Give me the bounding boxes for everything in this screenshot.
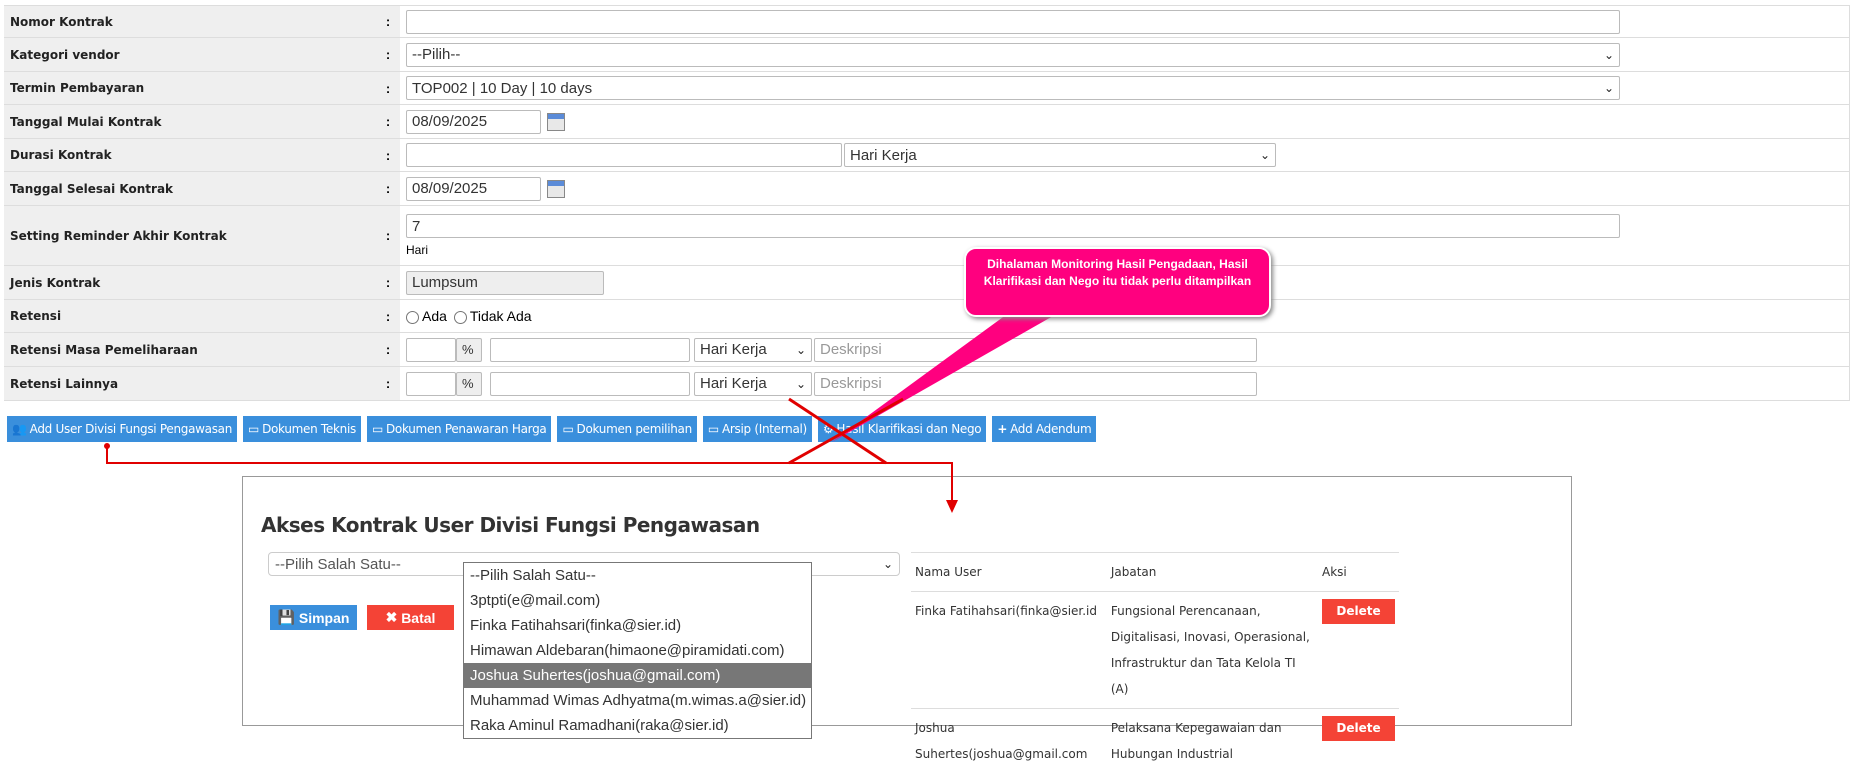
label-reminder: Setting Reminder Akhir Kontrak	[4, 206, 376, 266]
dropdown-option[interactable]: 3ptpti(e@mail.com)	[464, 588, 811, 613]
plus-icon: +	[997, 422, 1007, 436]
delete-button[interactable]: Delete	[1322, 716, 1395, 741]
retensi-lain-deskripsi[interactable]: Deskripsi	[814, 372, 1257, 396]
monitor-icon: ▭	[372, 422, 383, 436]
kategori-vendor-select[interactable]: --Pilih--⌄	[406, 43, 1620, 67]
modal-title: Akses Kontrak User Divisi Fungsi Pengawa…	[261, 513, 760, 537]
retensi-lain-pct-input[interactable]	[406, 372, 456, 396]
label-tgl-selesai: Tanggal Selesai Kontrak	[4, 172, 376, 206]
label-retensi-lain: Retensi Lainnya	[4, 367, 376, 401]
add-user-button[interactable]: 👥Add User Divisi Fungsi Pengawasan	[7, 416, 237, 442]
dokumen-pemilihan-button[interactable]: ▭Dokumen pemilihan	[557, 416, 696, 442]
retensi-tidak-ada-radio[interactable]	[454, 311, 467, 324]
durasi-input[interactable]	[406, 143, 842, 167]
action-buttons: 👥Add User Divisi Fungsi Pengawasan ▭Doku…	[7, 416, 1096, 442]
user-table: Nama UserJabatanAksi Finka Fatihahsari(f…	[911, 552, 1399, 773]
table-row: Finka Fatihahsari(finka@sier.idFungsiona…	[911, 592, 1399, 709]
tgl-selesai-input[interactable]: 08/09/2025	[406, 177, 541, 201]
contract-form: Nomor Kontrak: Kategori vendor:--Pilih--…	[4, 5, 1850, 401]
label-tgl-mulai: Tanggal Mulai Kontrak	[4, 105, 376, 139]
label-retensi: Retensi	[4, 300, 376, 333]
tgl-mulai-input[interactable]: 08/09/2025	[406, 110, 541, 134]
calendar-icon[interactable]	[547, 180, 565, 198]
chevron-down-icon: ⌄	[1604, 81, 1614, 95]
table-row: Joshua Suhertes(joshua@gmail.comPelaksan…	[911, 709, 1399, 773]
chevron-down-icon: ⌄	[1604, 48, 1614, 62]
durasi-unit-select[interactable]: Hari Kerja⌄	[844, 143, 1276, 167]
annotation-callout: Dihalaman Monitoring Hasil Pengadaan, Ha…	[964, 247, 1271, 317]
akses-kontrak-modal: Akses Kontrak User Divisi Fungsi Pengawa…	[242, 476, 1572, 726]
monitor-icon: ▭	[708, 422, 719, 436]
gears-icon: ⚙	[823, 422, 833, 436]
close-icon: ✖	[386, 609, 402, 626]
dropdown-option[interactable]: --Pilih Salah Satu--	[464, 563, 811, 588]
nomor-kontrak-input[interactable]	[406, 10, 1620, 34]
dropdown-option-highlighted[interactable]: Joshua Suhertes(joshua@gmail.com)	[464, 663, 811, 688]
retensi-lain-durasi-input[interactable]	[490, 372, 690, 396]
label-kategori-vendor: Kategori vendor	[4, 38, 376, 72]
simpan-button[interactable]: 💾 Simpan	[270, 605, 357, 630]
hasil-klarifikasi-button[interactable]: ⚙Hasil Klarifikasi dan Nego	[818, 416, 986, 442]
label-nomor-kontrak: Nomor Kontrak	[4, 6, 376, 38]
retensi-ada-radio[interactable]	[406, 311, 419, 324]
retensi-masa-unit-select[interactable]: Hari Kerja⌄	[694, 338, 812, 362]
chevron-down-icon: ⌄	[883, 557, 893, 571]
dokumen-penawaran-button[interactable]: ▭Dokumen Penawaran Harga	[367, 416, 552, 442]
reminder-input[interactable]: 7	[406, 214, 1620, 238]
termin-select[interactable]: TOP002 | 10 Day | 10 days⌄	[406, 76, 1620, 100]
label-jenis: Jenis Kontrak	[4, 266, 376, 300]
retensi-lain-unit-select[interactable]: Hari Kerja⌄	[694, 372, 812, 396]
label-durasi: Durasi Kontrak	[4, 139, 376, 172]
label-retensi-masa: Retensi Masa Pemeliharaan	[4, 333, 376, 367]
save-icon: 💾	[278, 609, 299, 626]
delete-button[interactable]: Delete	[1322, 599, 1395, 624]
retensi-masa-pct-input[interactable]	[406, 338, 456, 362]
dropdown-option[interactable]: Himawan Aldebaran(himaone@piramidati.com…	[464, 638, 811, 663]
dropdown-option[interactable]: Raka Aminul Ramadhani(raka@sier.id)	[464, 713, 811, 738]
monitor-icon: ▭	[248, 422, 259, 436]
dropdown-option[interactable]: Finka Fatihahsari(finka@sier.id)	[464, 613, 811, 638]
dokumen-teknis-button[interactable]: ▭Dokumen Teknis	[243, 416, 361, 442]
add-adendum-button[interactable]: +Add Adendum	[992, 416, 1096, 442]
monitor-icon: ▭	[562, 422, 573, 436]
calendar-icon[interactable]	[547, 113, 565, 131]
dropdown-option[interactable]: Muhammad Wimas Adhyatma(m.wimas.a@sier.i…	[464, 688, 811, 713]
batal-button[interactable]: ✖ Batal	[367, 605, 454, 630]
chevron-down-icon: ⌄	[796, 343, 806, 357]
table-header: Nama UserJabatanAksi	[911, 553, 1399, 592]
retensi-masa-deskripsi[interactable]: Deskripsi	[814, 338, 1257, 362]
users-icon: 👥	[12, 422, 27, 436]
label-termin: Termin Pembayaran	[4, 72, 376, 105]
chevron-down-icon: ⌄	[796, 377, 806, 391]
arsip-button[interactable]: ▭Arsip (Internal)	[703, 416, 812, 442]
user-select-dropdown: --Pilih Salah Satu-- 3ptpti(e@mail.com) …	[463, 562, 812, 739]
jenis-kontrak-input: Lumpsum	[406, 271, 604, 295]
connector-dot	[104, 443, 110, 449]
chevron-down-icon: ⌄	[1260, 148, 1270, 162]
retensi-masa-durasi-input[interactable]	[490, 338, 690, 362]
